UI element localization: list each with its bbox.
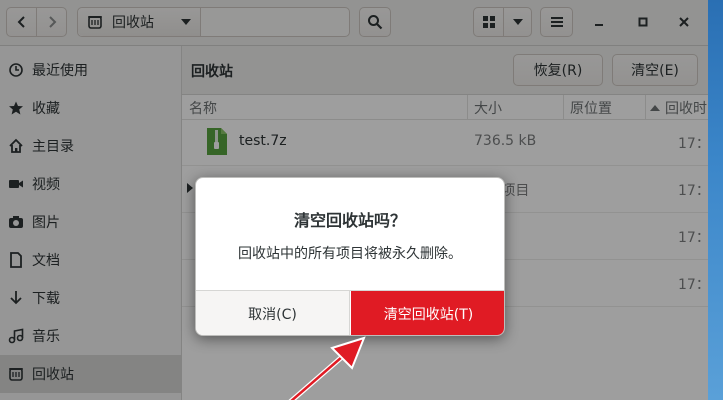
annotation-arrow-icon <box>288 336 366 400</box>
desktop-background <box>708 0 723 400</box>
dialog-message: 回收站中的所有项目将被永久删除。 <box>238 246 462 262</box>
dialog-title: 清空回收站吗？ <box>293 211 406 230</box>
empty-trash-dialog: 清空回收站吗？ 回收站中的所有项目将被永久删除。 取消(C) 清空回收站(T) <box>195 177 505 336</box>
confirm-empty-trash-button[interactable]: 清空回收站(T) <box>351 291 504 335</box>
